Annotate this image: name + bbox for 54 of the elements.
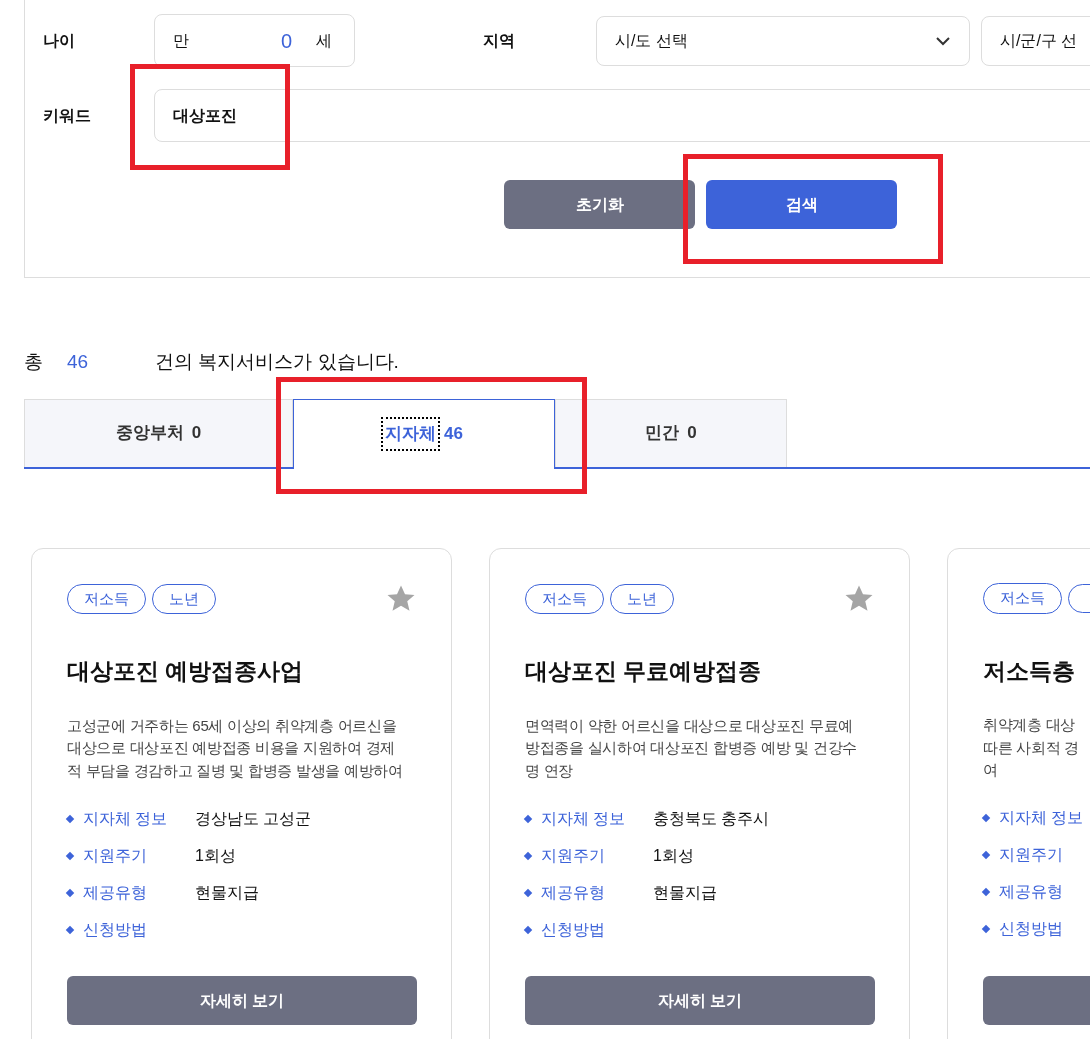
field-label: 지역 bbox=[483, 30, 516, 51]
details-button[interactable]: 자세히 보기 bbox=[525, 976, 875, 1025]
detail-label: 제공유형 bbox=[541, 882, 606, 903]
bullet-icon bbox=[981, 813, 991, 823]
detail-value: 현물지급 bbox=[195, 882, 259, 903]
detail-label: 지자체 정보 bbox=[999, 808, 1085, 828]
bullet-icon bbox=[65, 925, 75, 934]
detail-value: 현물지급 bbox=[653, 882, 717, 903]
detail-value: 1회성 bbox=[195, 845, 236, 866]
bullet-icon bbox=[523, 925, 533, 934]
category-tab[interactable]: 중앙부처 0 bbox=[24, 398, 293, 467]
detail-label: 지자체 정보 bbox=[541, 808, 627, 829]
bullet-icon bbox=[523, 888, 533, 897]
card-title: 대상포진 무료예방접종 bbox=[525, 657, 763, 686]
bullet-icon bbox=[523, 851, 533, 860]
result-label: 총 bbox=[24, 350, 43, 374]
search-button[interactable]: 검색 bbox=[706, 180, 897, 229]
detail-label: 신청방법 bbox=[541, 919, 606, 940]
detail-label: 지자체 정보 bbox=[83, 808, 169, 829]
bullet-icon bbox=[981, 887, 991, 897]
chevron-down-icon bbox=[935, 35, 951, 46]
detail-label: 제공유형 bbox=[999, 882, 1064, 902]
bullet-icon bbox=[981, 924, 991, 934]
region-select[interactable]: 시/군/구 선 bbox=[981, 15, 1090, 66]
result-text: 건의 복지서비스가 있습니다. bbox=[155, 350, 399, 374]
card-description: 고성군에 거주하는 65세 이상의 취약계층 어르신을 대상으로 대상포진 예방접종 비용을 지원하여 경제 적 부담을 경감하고 질병 및 합병증 발생을 예방하여 bbox=[67, 715, 404, 781]
details-button[interactable]: 자세히 보기 bbox=[67, 976, 417, 1025]
bullet-icon bbox=[65, 814, 75, 823]
card-description: 취약계층 대상 따른 사회적 경 여 bbox=[983, 715, 1080, 780]
card-title: 대상포진 예방접종사업 bbox=[67, 657, 305, 686]
bullet-icon bbox=[65, 888, 75, 897]
region-select[interactable]: 시/도 선택 bbox=[596, 15, 970, 66]
detail-label: 제공유형 bbox=[83, 882, 148, 903]
bullet-icon bbox=[65, 851, 75, 860]
field-label: 나이 bbox=[43, 30, 76, 51]
detail-value: 경상남도 고성군 bbox=[195, 808, 312, 829]
card-description: 면역력이 약한 어르신을 대상으로 대상포진 무료예 방접종을 실시하여 대상포진 합병증 예방 및 건강수 명 연장 bbox=[525, 715, 858, 781]
detail-label: 지원주기 bbox=[83, 845, 148, 866]
bullet-icon bbox=[523, 814, 533, 823]
detail-label: 지원주기 bbox=[541, 845, 606, 866]
reset-button[interactable]: 초기화 bbox=[504, 180, 695, 229]
detail-value: 1회성 bbox=[653, 845, 694, 866]
field-label: 키워드 bbox=[43, 105, 92, 126]
detail-label: 신청방법 bbox=[999, 919, 1064, 939]
detail-value: 충청북도 충주시 bbox=[653, 808, 770, 829]
category-tab[interactable]: 민간 0 bbox=[555, 398, 787, 467]
result-count: 46 bbox=[67, 350, 90, 374]
bullet-icon bbox=[981, 850, 991, 860]
detail-label: 신청방법 bbox=[83, 919, 148, 940]
age-field[interactable]: 만 0 세 bbox=[154, 14, 355, 67]
keyword-field[interactable]: 대상포진 bbox=[154, 89, 1090, 142]
detail-label: 지원주기 bbox=[999, 845, 1064, 865]
category-tab[interactable]: 지자체 46 bbox=[293, 398, 555, 469]
card-title: 저소득층 bbox=[983, 656, 1076, 686]
